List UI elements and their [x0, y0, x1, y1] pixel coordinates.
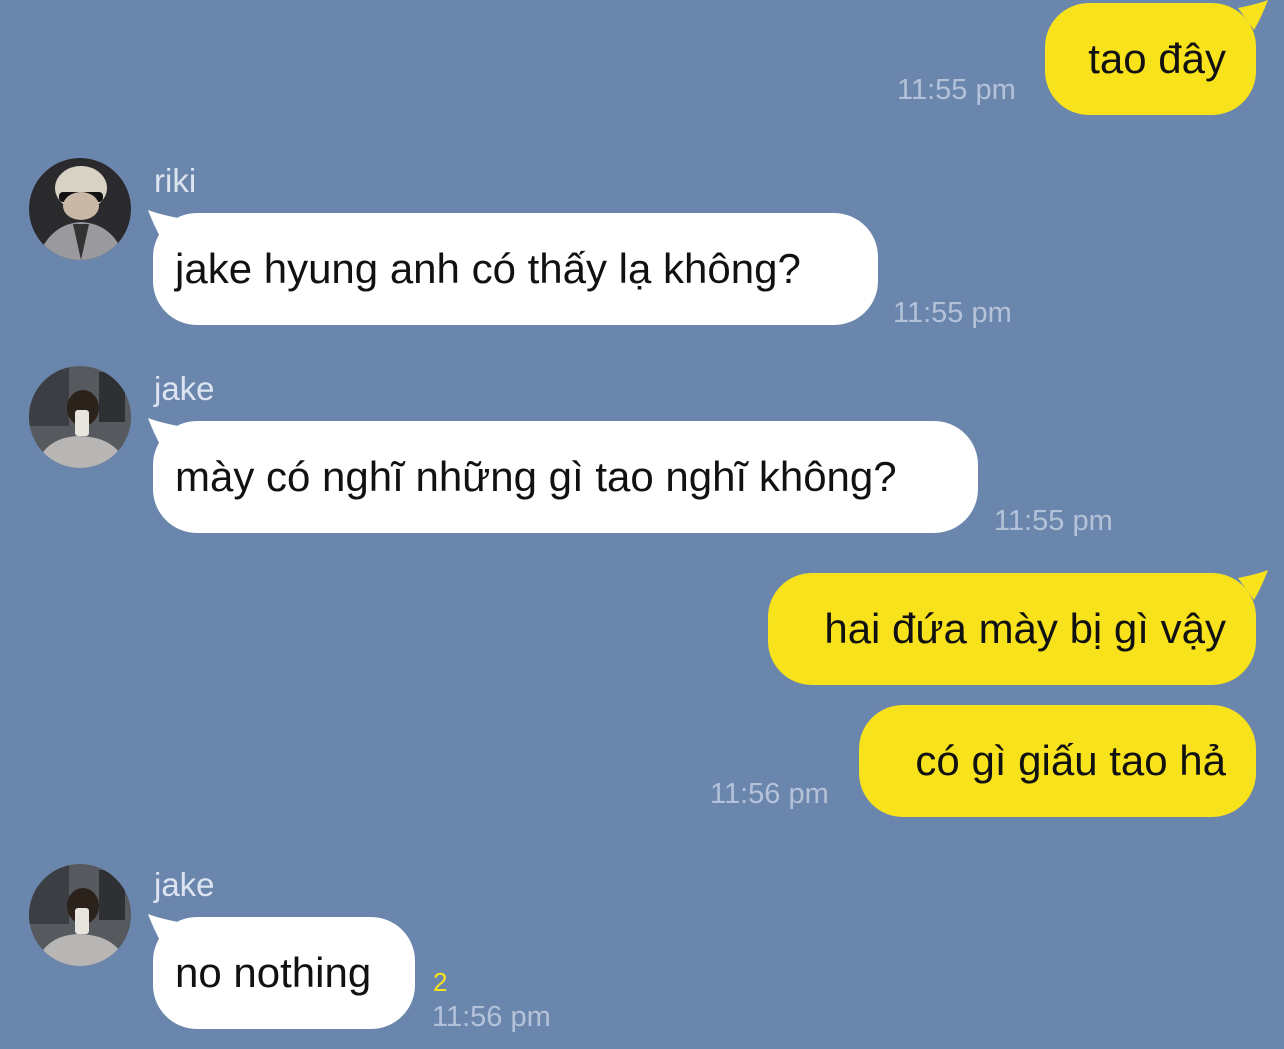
- sender-name: jake: [154, 370, 215, 407]
- bubble-tail-left: [148, 914, 178, 944]
- bubble-tail-left: [148, 418, 178, 448]
- sender-name: riki: [154, 162, 197, 199]
- message-timestamp: 11:55 pm: [893, 297, 1012, 329]
- incoming-message-bubble[interactable]: jake hyung anh có thấy lạ không?: [153, 213, 878, 325]
- riki-avatar[interactable]: [29, 158, 131, 260]
- bubble-tail-left: [148, 210, 178, 240]
- bubble-tail-right: [1238, 570, 1268, 600]
- incoming-message-bubble[interactable]: no nothing: [153, 917, 415, 1029]
- outgoing-message-bubble[interactable]: hai đứa mày bị gì vậy: [768, 573, 1256, 685]
- read-count-badge: 2: [433, 967, 448, 997]
- jake-avatar[interactable]: [29, 366, 131, 468]
- message-timestamp: 11:55 pm: [994, 505, 1113, 537]
- sender-name: jake: [154, 866, 215, 903]
- outgoing-message-bubble[interactable]: tao đây: [1045, 3, 1256, 115]
- message-timestamp: 11:56 pm: [432, 1001, 551, 1033]
- incoming-message-bubble[interactable]: mày có nghĩ những gì tao nghĩ không?: [153, 421, 978, 533]
- jake-avatar[interactable]: [29, 864, 131, 966]
- outgoing-message-bubble[interactable]: có gì giấu tao hả: [859, 705, 1256, 817]
- bubble-tail-right: [1238, 0, 1268, 30]
- message-timestamp: 11:55 pm: [897, 74, 1016, 106]
- message-timestamp: 11:56 pm: [710, 778, 829, 810]
- chat-thread[interactable]: tao đây 11:55 pm riki jake hyung anh có …: [0, 0, 1284, 1049]
